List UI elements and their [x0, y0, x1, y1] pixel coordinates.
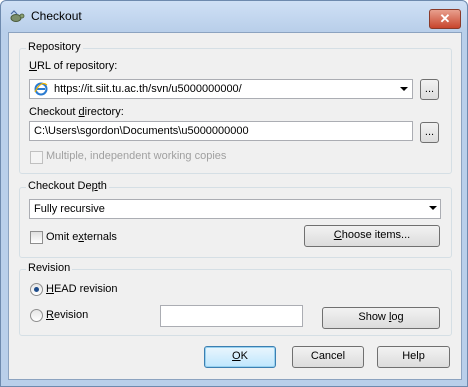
multiple-working-copies-checkbox[interactable] [30, 151, 43, 164]
cancel-button[interactable]: Cancel [292, 346, 364, 368]
head-revision-label: HEAD revision [46, 283, 118, 295]
revision-group-title: Revision [26, 262, 73, 274]
internet-explorer-icon [34, 82, 48, 96]
checkout-depth-group-title: Checkout Depth [26, 180, 109, 192]
choose-items-button[interactable]: Choose items... [304, 225, 440, 247]
depth-selected-value: Fully recursive [34, 203, 105, 215]
checkout-window: Checkout ✕ Repository URL of repository:… [0, 0, 468, 387]
omit-externals-label: Omit externals [46, 231, 117, 243]
checkout-dir-label: Checkout directory: [29, 106, 124, 118]
browse-url-button[interactable]: ... [420, 79, 439, 100]
close-icon: ✕ [439, 11, 451, 26]
revision-input[interactable] [160, 305, 303, 327]
show-log-button[interactable]: Show log [322, 307, 440, 329]
close-button[interactable]: ✕ [429, 9, 461, 29]
dialog-client: Repository URL of repository: https://it… [8, 32, 462, 380]
url-value: https://it.siit.tu.ac.th/svn/u5000000000… [54, 83, 242, 95]
repository-group-title: Repository [26, 41, 83, 53]
svn-turtle-icon [9, 10, 25, 24]
window-title: Checkout [31, 9, 82, 23]
checkout-dir-value: C:\Users\sgordon\Documents\u5000000000 [34, 125, 249, 137]
title-bar[interactable]: Checkout ✕ [1, 1, 467, 31]
checkout-depth-group: Checkout Depth [19, 180, 452, 258]
revision-radio[interactable] [30, 309, 43, 322]
help-button[interactable]: Help [377, 346, 450, 368]
ok-button[interactable]: OK [204, 346, 276, 368]
head-revision-radio[interactable] [30, 283, 43, 296]
chevron-down-icon [429, 206, 437, 210]
depth-select[interactable]: Fully recursive [29, 199, 441, 219]
chevron-down-icon[interactable] [400, 87, 408, 91]
browse-dir-button[interactable]: ... [420, 122, 439, 143]
multiple-working-copies-label: Multiple, independent working copies [46, 150, 227, 162]
revision-label: Revision [46, 309, 89, 321]
url-label: URL of repository: [29, 60, 118, 72]
url-input[interactable]: https://it.siit.tu.ac.th/svn/u5000000000… [29, 79, 413, 99]
omit-externals-checkbox[interactable] [30, 231, 43, 244]
checkout-dir-input[interactable]: C:\Users\sgordon\Documents\u5000000000 [29, 121, 413, 141]
